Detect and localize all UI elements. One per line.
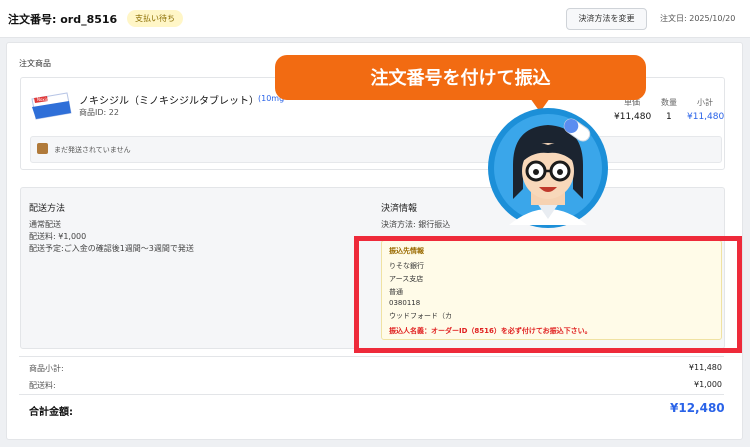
- order-title: 注文番号: ord_8516: [8, 13, 118, 26]
- qty-header: 数量: [661, 98, 677, 107]
- products-section-title: 注文商品: [19, 59, 51, 68]
- shipping-fee: 配送料: ¥1,000: [29, 232, 87, 241]
- product-image: Noxidil Forte: [31, 92, 72, 120]
- shipping-status-text: まだ発送されていません: [54, 146, 131, 154]
- product-name[interactable]: ノキシジル（ミノキシジルタブレット）: [79, 92, 259, 107]
- subtotal-amount: ¥11,480: [688, 363, 722, 372]
- shipping-method: 通常配送: [29, 220, 61, 229]
- payment-method: 決済方法: 銀行振込: [381, 220, 451, 229]
- shipping-status-note: [30, 136, 722, 163]
- grand-total-divider: [19, 394, 724, 395]
- subtotal-header: 小計: [697, 98, 713, 107]
- callout-text: 注文番号を付けて振込: [370, 68, 551, 89]
- totals-divider: [19, 356, 724, 357]
- shipping-fee-amount: ¥1,000: [694, 380, 722, 389]
- order-date: 注文日: 2025/10/20: [660, 14, 736, 23]
- status-badge: 支払い待ち: [127, 10, 183, 27]
- subtotal-value: ¥11,480: [687, 112, 725, 122]
- shipping-fee-label: 配送料:: [29, 381, 56, 390]
- doctor-mascot-icon: [488, 108, 608, 228]
- highlight-frame: [354, 236, 742, 353]
- qty-value: 1: [666, 112, 672, 122]
- unit-price-value: ¥11,480: [614, 112, 652, 122]
- grand-total-label: 合計金額:: [29, 407, 73, 418]
- product-id: 商品ID: 22: [79, 108, 119, 117]
- grand-total-amount: ¥12,480: [670, 401, 725, 415]
- order-header: 注文番号: ord_8516 支払い待ち 決済方法を変更 注文日: 2025/1…: [0, 0, 750, 38]
- subtotal-label: 商品小計:: [29, 364, 64, 373]
- package-icon: [37, 143, 48, 154]
- change-payment-button[interactable]: 決済方法を変更: [566, 8, 647, 30]
- package-label: Noxidil Forte: [37, 97, 63, 102]
- shipping-schedule: 配送予定:ご入金の確認後1週間〜3週間で発送: [29, 244, 194, 253]
- payment-title: 決済情報: [381, 204, 418, 214]
- shipping-title: 配送方法: [29, 204, 66, 214]
